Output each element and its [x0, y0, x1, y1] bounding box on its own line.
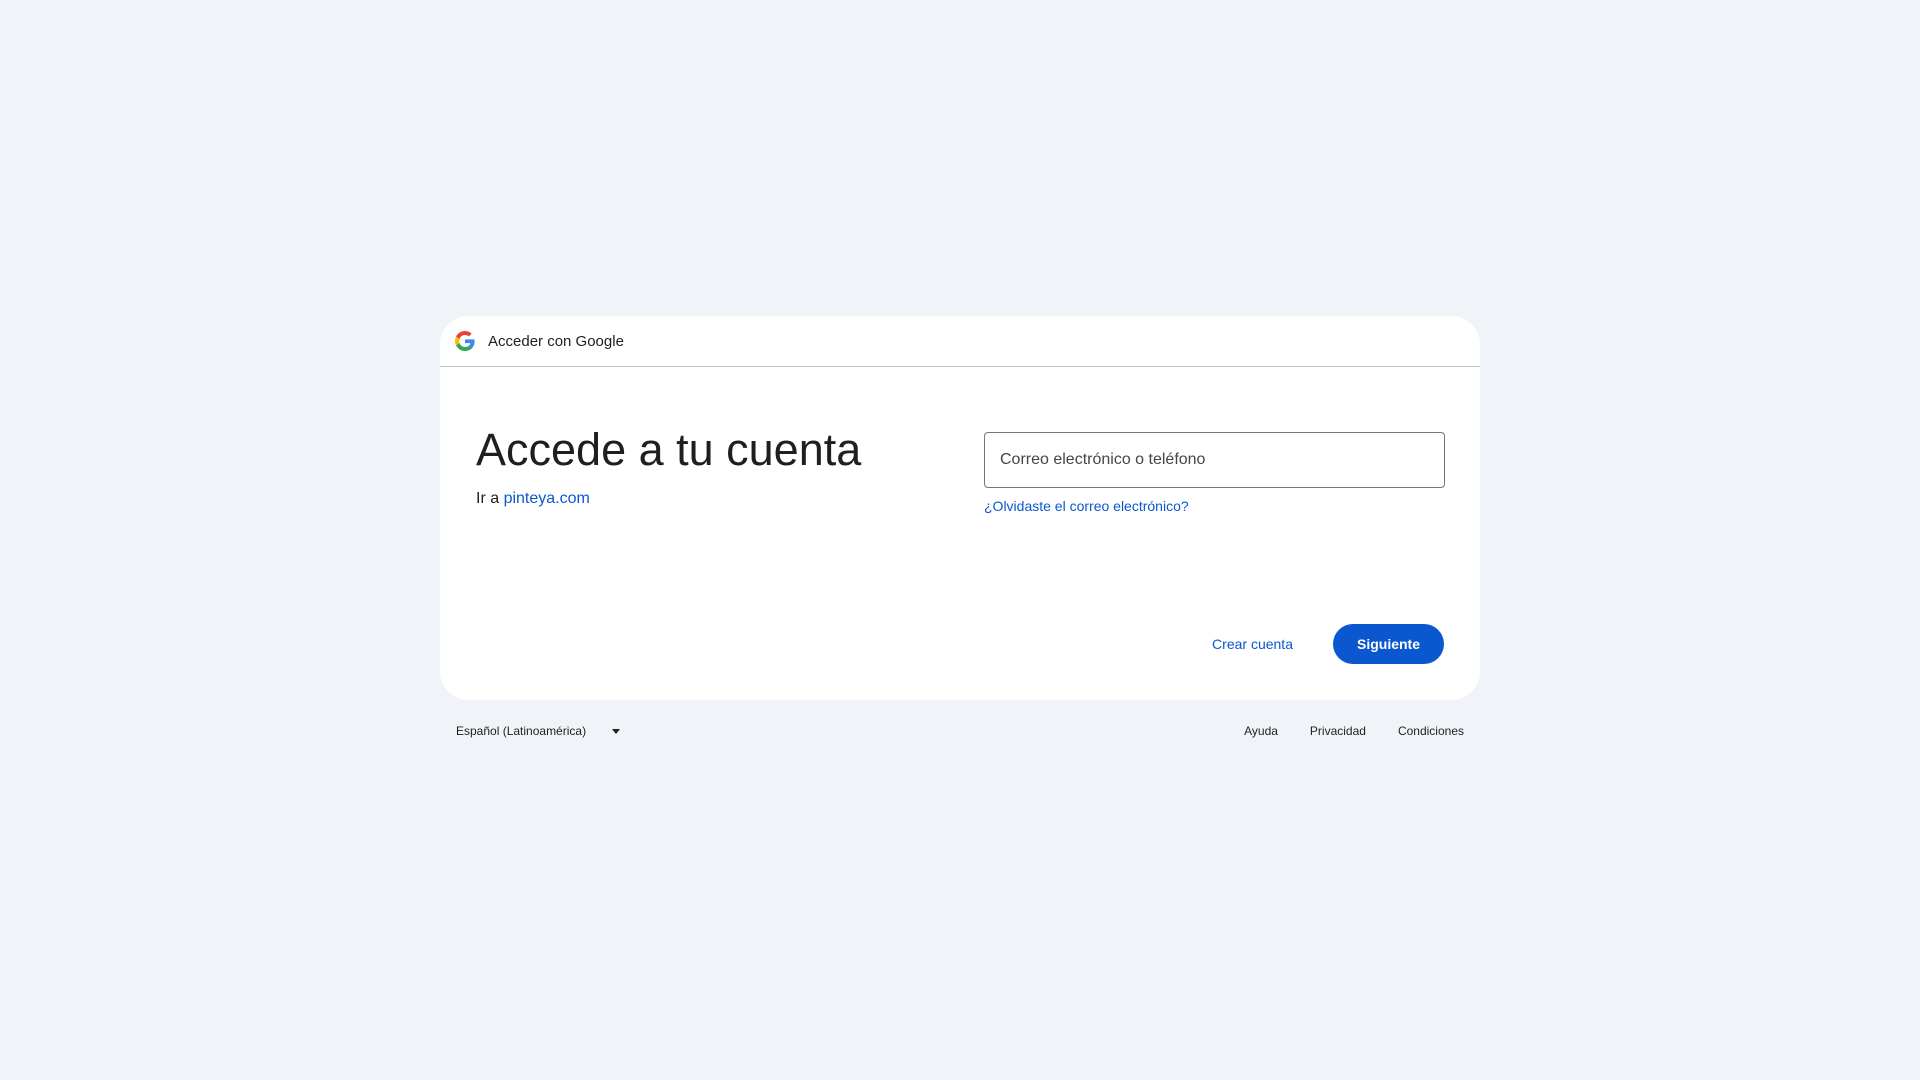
- create-account-button[interactable]: Crear cuenta: [1200, 626, 1305, 662]
- privacy-link[interactable]: Privacidad: [1310, 716, 1366, 746]
- card-header: Acceder con Google: [440, 316, 1480, 367]
- language-select[interactable]: Español (Latinoamérica): [440, 716, 636, 746]
- email-field[interactable]: [984, 432, 1445, 488]
- next-button[interactable]: Siguiente: [1332, 624, 1444, 664]
- google-g-icon: [455, 331, 475, 351]
- right-column: ¿Olvidaste el correo electrónico?: [984, 432, 1445, 516]
- signin-card: Acceder con Google Accede a tu cuenta Ir…: [440, 316, 1480, 700]
- subline-prefix: Ir a: [476, 490, 500, 507]
- footer-links: Ayuda Privacidad Condiciones: [1212, 716, 1480, 746]
- terms-link[interactable]: Condiciones: [1398, 716, 1464, 746]
- header-title: Acceder con Google: [488, 332, 624, 350]
- language-label: Español (Latinoamérica): [456, 724, 587, 738]
- left-column: Accede a tu cuenta Ir a pinteya.com: [476, 424, 861, 508]
- chevron-down-icon: [612, 728, 621, 734]
- subline: Ir a pinteya.com: [476, 490, 861, 508]
- footer: Español (Latinoamérica) Ayuda Privacidad…: [440, 716, 1480, 746]
- site-link[interactable]: pinteya.com: [504, 490, 590, 507]
- page-title: Accede a tu cuenta: [476, 424, 862, 475]
- forgot-email-link[interactable]: ¿Olvidaste el correo electrónico?: [984, 498, 1189, 514]
- help-link[interactable]: Ayuda: [1244, 716, 1278, 746]
- action-bar: Crear cuenta Siguiente: [1200, 624, 1444, 664]
